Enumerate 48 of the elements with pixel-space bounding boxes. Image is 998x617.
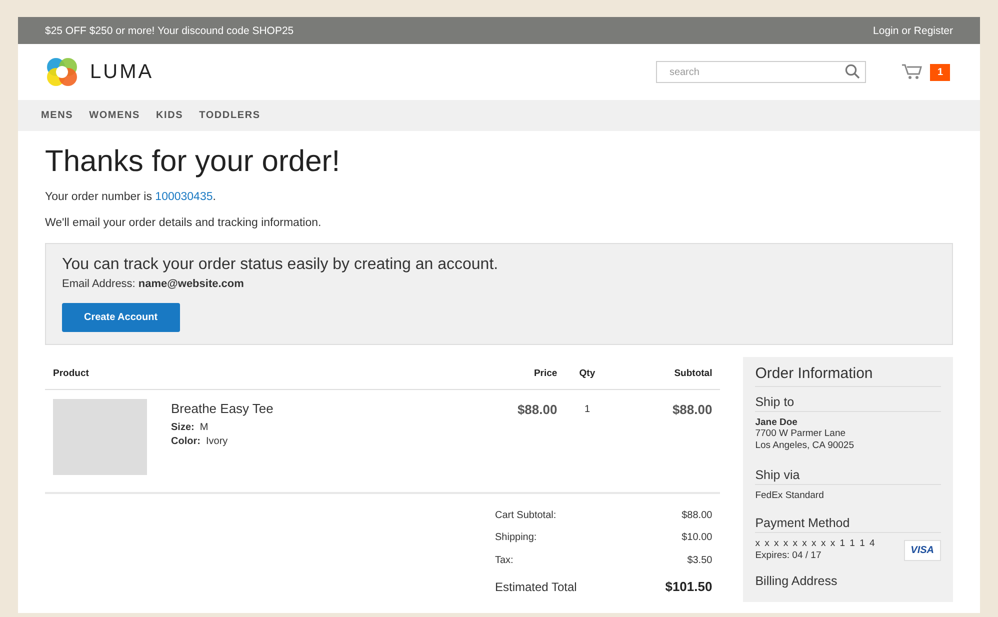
total-label: Cart Subtotal: <box>495 510 556 521</box>
total-value: $3.50 <box>687 554 712 566</box>
column-header: Subtotal <box>673 368 712 378</box>
nav-link[interactable]: TODDLERS <box>199 110 260 121</box>
qty-cell-text: 1 <box>583 403 591 415</box>
total-value: $88.00 <box>682 510 712 521</box>
total-label: Tax: <box>495 554 514 566</box>
card-number: x x x x x x x x x 1 1 1 4 <box>755 538 876 550</box>
shipping-method: FedEx Standard <box>755 490 825 502</box>
page-title: Thanks for your order! <box>45 145 342 179</box>
subtotal-cell-text: $88.00 <box>671 401 712 417</box>
total-value: $10.00 <box>682 532 712 544</box>
logo-text[interactable]: LUMA <box>90 60 154 84</box>
payment-method-heading: Payment Method <box>755 516 941 533</box>
ship-to-heading: Ship to <box>755 395 941 412</box>
address-line: Los Angeles, CA 90025 <box>755 440 855 452</box>
total-label: Shipping: <box>495 532 537 544</box>
product-name[interactable]: Breathe Easy Tee <box>171 401 478 416</box>
create-account-button[interactable]: Create Account <box>62 303 180 332</box>
product-option: Color: Ivory <box>171 436 478 447</box>
account-heading: You can track your order status easily by creating an account. <box>62 256 500 274</box>
column-header: Product <box>53 368 90 378</box>
price-cell-text: $88.00 <box>516 401 558 417</box>
nav-link[interactable]: WOMENS <box>89 110 140 121</box>
card-expiry: Expires: 04 / 17 <box>755 550 822 562</box>
address-line: 7700 W Parmer Lane <box>755 428 847 440</box>
email-address-text: Email Address: name@website.com <box>62 278 245 290</box>
search-icon[interactable] <box>845 64 860 79</box>
order-information-title: Order Information <box>755 365 941 387</box>
login-register-link[interactable]: Login or Register <box>873 24 953 36</box>
column-header: Price <box>532 368 558 378</box>
order-number-text: Your order number is 100030435. <box>45 191 217 203</box>
cart-icon[interactable] <box>902 64 922 80</box>
recipient-name: Jane Doe <box>755 417 798 428</box>
product-option: Size: M <box>171 422 478 433</box>
ship-via-heading: Ship via <box>755 468 941 485</box>
promo-message: $25 OFF $250 or more! Your discound code SHOP25 <box>45 24 294 36</box>
logo-icon[interactable] <box>44 57 80 87</box>
nav-link[interactable]: KIDS <box>156 110 184 121</box>
search-field[interactable]: search <box>656 61 866 83</box>
column-header: Qty <box>578 368 596 378</box>
email-notice-text: We'll email your order details and tracking information. <box>45 217 322 229</box>
total-label: Estimated Total <box>495 580 577 594</box>
order-number-link[interactable]: 100030435 <box>155 191 213 203</box>
card-brand-badge: VISA <box>904 540 941 560</box>
nav-link[interactable]: MENS <box>41 110 74 121</box>
total-value: $101.50 <box>665 579 712 594</box>
billing-address-heading: Billing Address <box>755 574 838 590</box>
